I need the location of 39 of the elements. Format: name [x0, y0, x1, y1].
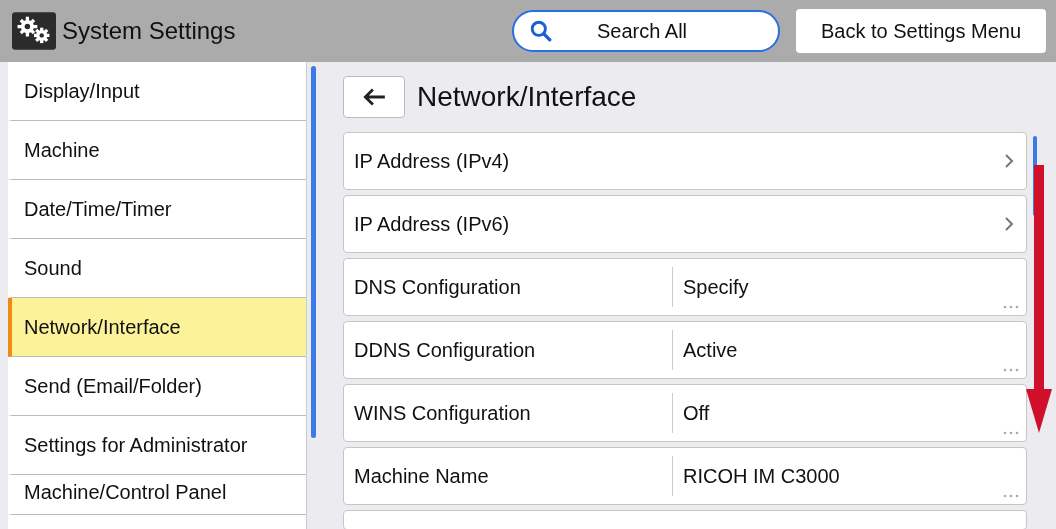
ellipsis-icon — [1002, 305, 1020, 309]
scrollbar-thumb[interactable] — [311, 66, 316, 438]
setting-value: RICOH IM C3000 — [683, 464, 841, 488]
setting-row[interactable]: WINS Configuration Off — [343, 384, 1027, 442]
sidebar-item[interactable]: Network/Interface — [8, 298, 306, 357]
sidebar-item[interactable]: Date/Time/Timer — [8, 180, 306, 239]
sidebar-item[interactable]: Display/Input — [8, 62, 306, 121]
setting-label: DNS Configuration — [354, 275, 522, 299]
sidebar-item[interactable]: Send (Email/Folder) — [8, 357, 306, 416]
search-icon — [530, 20, 552, 42]
setting-value: Off — [683, 401, 711, 425]
setting-value: Active — [683, 338, 739, 362]
ellipsis-icon — [1002, 431, 1020, 435]
sidebar-item[interactable]: Machine — [8, 121, 306, 180]
gears-icon — [12, 12, 56, 50]
ellipsis-icon — [1002, 494, 1020, 498]
app-title: System Settings — [62, 17, 236, 45]
setting-label: WINS Configuration — [354, 401, 532, 425]
sidebar-item[interactable]: Machine/Control Panel — [8, 475, 306, 515]
search-button[interactable]: Search All — [512, 10, 780, 52]
setting-label: Machine Name — [354, 464, 490, 488]
setting-row[interactable]: DDNS Configuration Active — [343, 321, 1027, 379]
setting-label: IP Address (IPv4) — [354, 149, 511, 173]
back-arrow-button[interactable] — [343, 76, 405, 118]
setting-label: IP Address (IPv6) — [354, 212, 511, 236]
left-arrow-icon — [361, 86, 387, 108]
back-button[interactable]: Back to Settings Menu — [796, 9, 1046, 53]
setting-row[interactable]: IP Address (IPv6) — [343, 195, 1027, 253]
page-title: Network/Interface — [417, 81, 637, 113]
chevron-icon — [1004, 216, 1014, 232]
setting-row[interactable] — [343, 510, 1027, 529]
setting-label: DDNS Configuration — [354, 338, 537, 362]
setting-value: Specify — [683, 275, 750, 299]
setting-row[interactable]: Machine Name RICOH IM C3000 — [343, 447, 1027, 505]
chevron-icon — [1004, 153, 1014, 169]
sidebar-item[interactable]: Settings for Administrator — [8, 416, 306, 475]
ellipsis-icon — [1002, 368, 1020, 372]
setting-row[interactable]: IP Address (IPv4) — [343, 132, 1027, 190]
setting-row[interactable]: DNS Configuration Specify — [343, 258, 1027, 316]
